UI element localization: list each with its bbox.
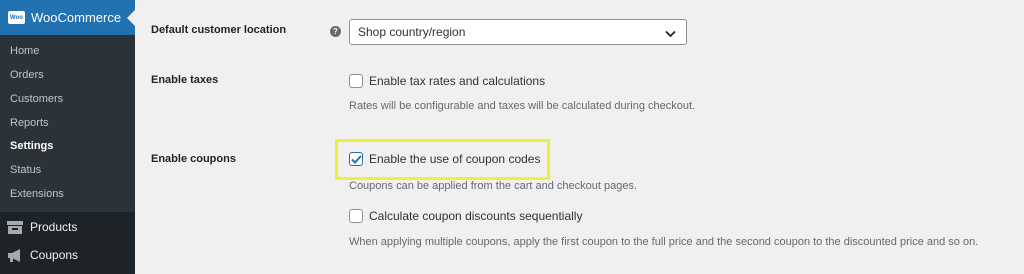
enable-coupons-description: Coupons can be applied from the cart and… <box>349 180 638 192</box>
enable-taxes-checkbox[interactable] <box>349 74 363 88</box>
enable-taxes-checkbox-label[interactable]: Enable tax rates and calculations <box>369 74 545 88</box>
menu-item-coupons-label: Coupons <box>30 248 79 262</box>
menu-item-products[interactable]: Products <box>0 213 135 241</box>
default-location-label: Default customer location <box>151 24 287 36</box>
menu-item-products-label: Products <box>30 220 78 234</box>
sequential-discounts-checkbox-label[interactable]: Calculate coupon discounts sequentially <box>369 209 582 223</box>
submenu-item-reports[interactable]: Reports <box>10 117 49 129</box>
chevron-down-icon <box>665 27 676 41</box>
megaphone-icon <box>7 248 23 262</box>
menu-item-coupons[interactable]: Coupons <box>0 241 135 269</box>
woocommerce-menu-header[interactable]: Woo WooCommerce <box>0 0 135 35</box>
woocommerce-logo-icon: Woo <box>8 11 25 24</box>
woocommerce-submenu: Home Orders Customers Reports Settings S… <box>0 35 135 212</box>
default-location-value: Shop country/region <box>358 25 466 39</box>
help-icon[interactable]: ? <box>330 26 341 37</box>
sequential-discounts-description: When applying multiple coupons, apply th… <box>349 236 979 248</box>
archive-box-icon <box>7 220 23 234</box>
sequential-discounts-checkbox[interactable] <box>349 209 363 223</box>
admin-sidebar: Woo WooCommerce Home Orders Customers Re… <box>0 0 135 274</box>
enable-coupons-checkbox[interactable] <box>349 152 363 166</box>
enable-coupons-label: Enable coupons <box>151 153 236 165</box>
enable-coupons-checkbox-label[interactable]: Enable the use of coupon codes <box>369 152 540 166</box>
enable-taxes-description: Rates will be configurable and taxes wil… <box>349 100 696 112</box>
submenu-item-home[interactable]: Home <box>10 45 39 57</box>
woocommerce-menu-label: WooCommerce <box>31 10 122 25</box>
current-menu-arrow <box>127 10 135 26</box>
enable-taxes-label: Enable taxes <box>151 74 219 86</box>
submenu-item-customers[interactable]: Customers <box>10 93 63 105</box>
submenu-item-status[interactable]: Status <box>10 164 41 176</box>
checkmark-icon <box>350 154 362 164</box>
submenu-item-settings[interactable]: Settings <box>10 140 53 152</box>
default-location-select[interactable]: Shop country/region <box>349 19 687 45</box>
submenu-item-orders[interactable]: Orders <box>10 69 44 81</box>
submenu-item-extensions[interactable]: Extensions <box>10 188 64 200</box>
